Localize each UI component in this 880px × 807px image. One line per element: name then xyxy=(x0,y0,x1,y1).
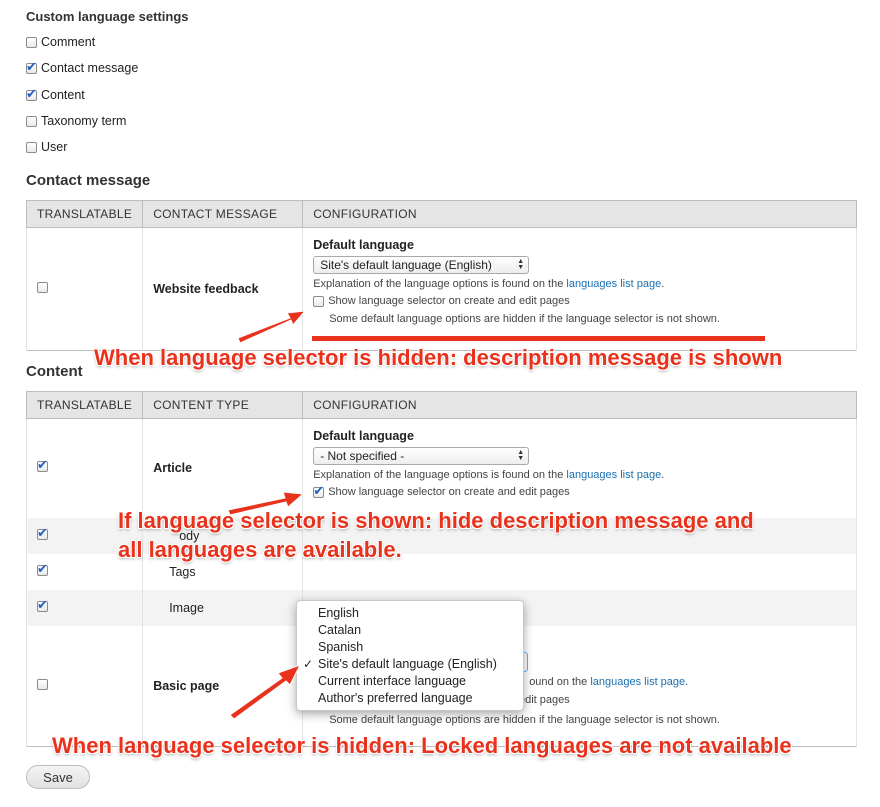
annotation-locked-languages: When language selector is hidden: Locked… xyxy=(52,733,792,758)
save-button[interactable]: Save xyxy=(26,765,90,789)
arrow-1-icon xyxy=(237,310,307,344)
annotation-shown-line2: all languages are available. xyxy=(118,537,402,562)
underline-mark xyxy=(312,336,765,341)
annotation-shown-line1: If language selector is shown: hide desc… xyxy=(118,508,754,533)
annotation-arrows xyxy=(227,310,765,720)
annotation-hidden-description: When language selector is hidden: descri… xyxy=(94,345,783,370)
arrow-3-icon xyxy=(229,664,302,720)
